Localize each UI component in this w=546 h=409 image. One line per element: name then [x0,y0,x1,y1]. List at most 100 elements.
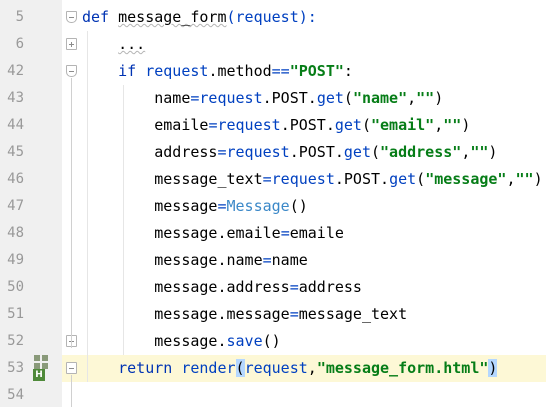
fold-cell [62,301,82,328]
line-number[interactable]: 43 [0,85,24,112]
code-line[interactable]: 42 if request.method=="POST": [0,58,546,85]
code-token: message [154,278,218,296]
code-line[interactable]: 46 message_text=request.POST.get("messag… [0,166,546,193]
code-line[interactable]: 48 message.emaile=emaile [0,220,546,247]
code-line[interactable]: 45 address=request.POST.get("address",""… [0,139,546,166]
code-token: . [217,251,227,269]
code-token: name [226,251,263,269]
code-text[interactable]: ... [82,31,546,58]
code-token: () [262,332,281,350]
code-token: ) [434,89,444,107]
line-number[interactable]: 42 [0,58,24,85]
code-line[interactable]: 43 name=request.POST.get("name","") [0,85,546,112]
line-number[interactable]: 5 [0,4,24,31]
code-token: . [334,143,344,161]
collapse-fold-icon[interactable] [66,11,77,23]
code-token: name [271,251,308,269]
collapse-fold-icon[interactable] [66,362,77,374]
code-token: request [226,143,290,161]
code-token: "" [470,143,489,161]
line-number[interactable]: 54 [0,382,24,409]
line-number[interactable]: 46 [0,166,24,193]
code-text[interactable]: message.name=name [82,247,546,274]
fold-cell [62,220,82,247]
line-number[interactable]: 49 [0,247,24,274]
fold-cell [62,328,82,355]
code-text[interactable]: if request.method=="POST": [82,58,546,85]
code-token: ) [461,116,471,134]
code-line[interactable]: 50 message.address=address [0,274,546,301]
code-text[interactable]: emaile=request.POST.get("email","") [82,112,546,139]
line-number[interactable]: 53 [0,355,24,382]
code-token: get [343,143,371,161]
code-token: POST [343,170,381,188]
code-line[interactable]: 47 message=Message() [0,193,546,220]
code-token: = [262,170,272,188]
code-token: "" [443,116,462,134]
line-number[interactable]: 47 [0,193,24,220]
code-line[interactable]: 54 [0,382,546,409]
code-token: = [217,143,227,161]
code-text[interactable] [82,382,546,409]
indent-guide [123,85,124,355]
code-token: = [217,197,227,215]
line-number[interactable]: 45 [0,139,24,166]
line-number[interactable]: 6 [0,31,24,58]
code-token: "message" [425,170,507,188]
code-token: "email" [371,116,435,134]
code-token: POST [298,143,335,161]
code-text[interactable]: message.address=address [82,274,546,301]
code-text[interactable]: address=request.POST.get("address","") [82,139,546,166]
code-token: emaile [289,224,344,242]
code-token: . [217,278,227,296]
code-line[interactable]: 52 message.save() [0,328,546,355]
code-text[interactable]: message.save() [82,328,546,355]
code-line[interactable]: 53 H return render(request,"message_form.… [0,355,546,382]
fold-cell [62,355,82,382]
code-token: . [325,116,335,134]
code-text[interactable]: message.message=message_text [82,301,546,328]
code-token: Message [226,197,290,215]
line-number[interactable]: 44 [0,112,24,139]
code-token: request [244,359,308,377]
line-number[interactable]: 50 [0,274,24,301]
code-line[interactable]: 51 message.message=message_text [0,301,546,328]
collapse-fold-icon[interactable] [66,65,77,77]
code-text[interactable]: return render(request,"message_form.html… [82,355,546,382]
line-number[interactable]: 52 [0,328,24,355]
code-token: method [217,62,272,80]
fold-cell [62,112,82,139]
code-token: request [217,116,281,134]
fold-guide-line [71,78,72,348]
code-token: ): [298,8,317,26]
line-number[interactable]: 48 [0,220,24,247]
code-line[interactable]: 5 def message_form(request): [0,4,546,31]
code-line[interactable]: 44 emaile=request.POST.get("email","") [0,112,546,139]
code-token: ) [488,143,498,161]
code-token: = [280,224,290,242]
code-text[interactable]: message.emaile=emaile [82,220,546,247]
code-token: request [235,8,299,26]
code-text[interactable]: def message_form(request): [82,4,546,31]
code-token: ( [226,8,236,26]
code-editor[interactable]: 5 def message_form(request): 6 ... 42 if re… [0,0,546,407]
code-token: . [334,170,344,188]
line-number[interactable]: 51 [0,301,24,328]
matched-paren: ) [488,359,498,377]
code-token: , [307,359,317,377]
code-token: return [118,359,182,377]
code-line[interactable]: 49 message.name=name [0,247,546,274]
code-text[interactable]: name=request.POST.get("name","") [82,85,546,112]
code-text[interactable]: message_text=request.POST.get("message",… [82,166,546,193]
fold-cell [62,166,82,193]
code-token: . [280,116,290,134]
code-line[interactable]: 6 ... [0,31,546,58]
code-token: name [154,89,191,107]
expand-fold-icon[interactable] [66,38,77,50]
code-text[interactable]: message=Message() [82,193,546,220]
